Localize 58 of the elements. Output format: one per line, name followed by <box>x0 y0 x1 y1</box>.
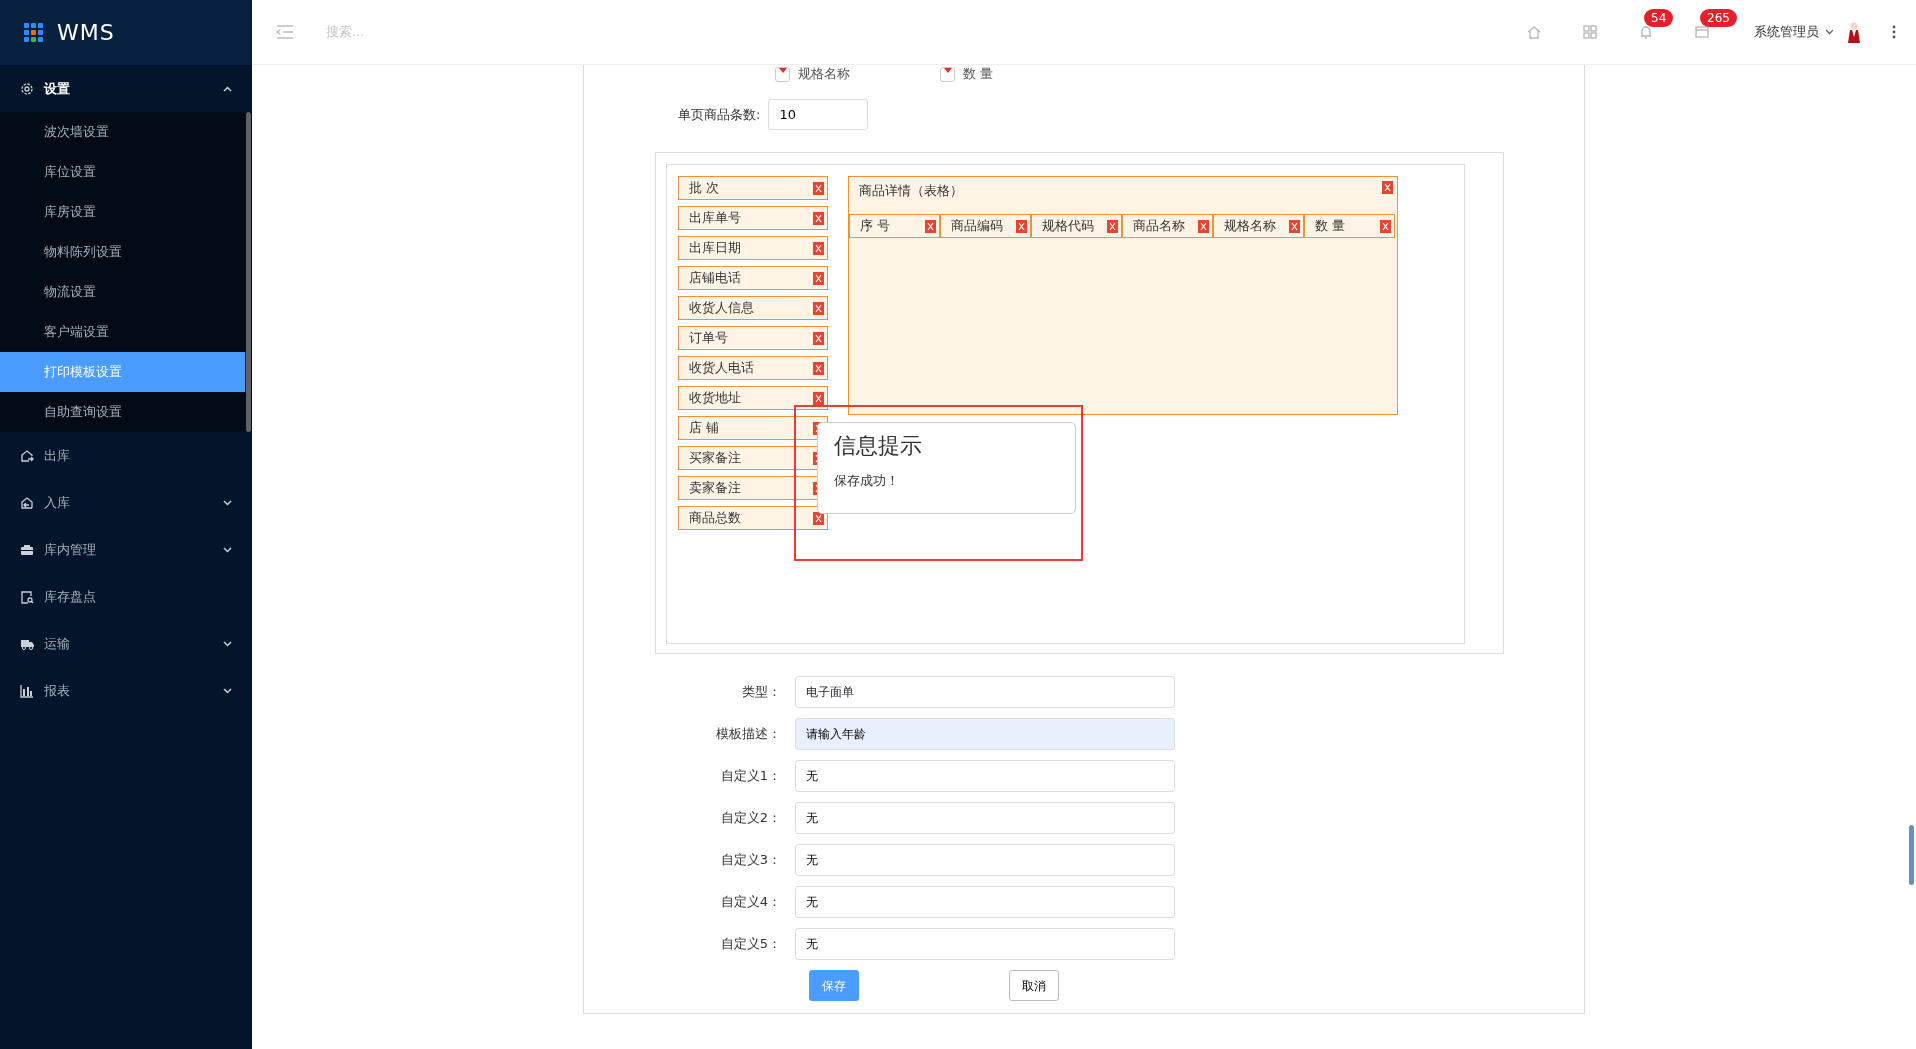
field-chip[interactable]: 订单号 <box>678 326 828 350</box>
app-title: WMS <box>57 19 115 47</box>
option-label: 数 量 <box>963 65 994 84</box>
field-chip[interactable]: 商品总数 <box>678 506 828 530</box>
field-chip[interactable]: 批 次 <box>678 176 828 200</box>
sidebar-subitem[interactable]: 物流设置 <box>0 272 245 312</box>
sidebar-subitem[interactable]: 库位设置 <box>0 152 245 192</box>
sidebar-item[interactable]: 库内管理 <box>0 526 252 573</box>
sidebar-subitem[interactable]: 自助查询设置 <box>0 392 245 432</box>
column-chip[interactable]: 规格代码 <box>1031 214 1122 238</box>
field-label: 模板描述： <box>715 725 782 744</box>
sidebar-item[interactable]: 入库 <box>0 479 252 526</box>
column-chip[interactable]: 商品名称 <box>1122 214 1213 238</box>
input-field[interactable]: 无 <box>795 928 1175 960</box>
column-chip[interactable]: 规格名称 <box>1213 214 1304 238</box>
field-chip[interactable]: 收货人信息 <box>678 296 828 320</box>
sidebar-item[interactable]: 运输 <box>0 620 252 667</box>
input-field[interactable]: 请输入年龄 <box>795 718 1175 750</box>
field-label: 自定义2： <box>719 809 782 828</box>
field-label: 单页商品条数: <box>678 105 761 124</box>
field-label: 类型： <box>741 683 782 702</box>
sidebar-subitem[interactable]: 物料陈列设置 <box>0 232 245 272</box>
field-chip[interactable]: 店 铺 <box>678 416 828 440</box>
dialog-message: 保存成功！ <box>834 472 900 491</box>
input-field[interactable]: 无 <box>795 760 1175 792</box>
sidebar-subitem[interactable]: 波次墙设置 <box>0 112 245 152</box>
dialog-title: 信息提示 <box>834 433 923 460</box>
field-chip[interactable]: 店铺电话 <box>678 266 828 290</box>
field-label: 自定义4： <box>719 893 782 912</box>
search-field[interactable]: 搜索... <box>324 21 624 43</box>
sidebar-item[interactable]: 库存盘点 <box>0 573 252 620</box>
table-title: 商品详情（表格） <box>859 182 963 200</box>
field-chip[interactable]: 收货地址 <box>678 386 828 410</box>
select-field[interactable]: 电子面单 <box>795 676 1175 708</box>
field-label: 自定义1： <box>719 767 782 786</box>
field-chip[interactable]: 收货人电话 <box>678 356 828 380</box>
column-chip[interactable]: 数 量 <box>1304 214 1395 238</box>
field-label: 自定义3： <box>719 851 782 870</box>
input-field[interactable]: 无 <box>795 844 1175 876</box>
sidebar-item[interactable]: 报表 <box>0 667 252 714</box>
input-field[interactable]: 无 <box>795 886 1175 918</box>
option-label: 规格名称 <box>798 65 850 84</box>
sidebar-item[interactable]: 设置 <box>0 65 252 112</box>
sidebar-subitem[interactable]: 库房设置 <box>0 192 245 232</box>
field-chip[interactable]: 出库日期 <box>678 236 828 260</box>
column-chip[interactable]: 商品编码 <box>940 214 1031 238</box>
notification-count: 54 <box>1644 9 1674 27</box>
user-name[interactable]: 系统管理员 <box>1754 22 1819 42</box>
sidebar-item[interactable]: 出库 <box>0 432 252 479</box>
table-block[interactable]: 商品详情（表格） 序 号 商品编码 规格代码 商品名称 规格名称 数 量 <box>848 176 1398 415</box>
cancel-button[interactable]: 取消 <box>1009 970 1059 1001</box>
field-label: 自定义5： <box>719 935 782 954</box>
input-field[interactable]: 无 <box>795 802 1175 834</box>
sidebar-subitem[interactable]: 客户端设置 <box>0 312 245 352</box>
notification-count: 265 <box>1700 9 1737 27</box>
input-field[interactable]: 10 <box>768 99 869 130</box>
field-chip[interactable]: 出库单号 <box>678 206 828 230</box>
column-chip[interactable]: 序 号 <box>849 214 940 238</box>
